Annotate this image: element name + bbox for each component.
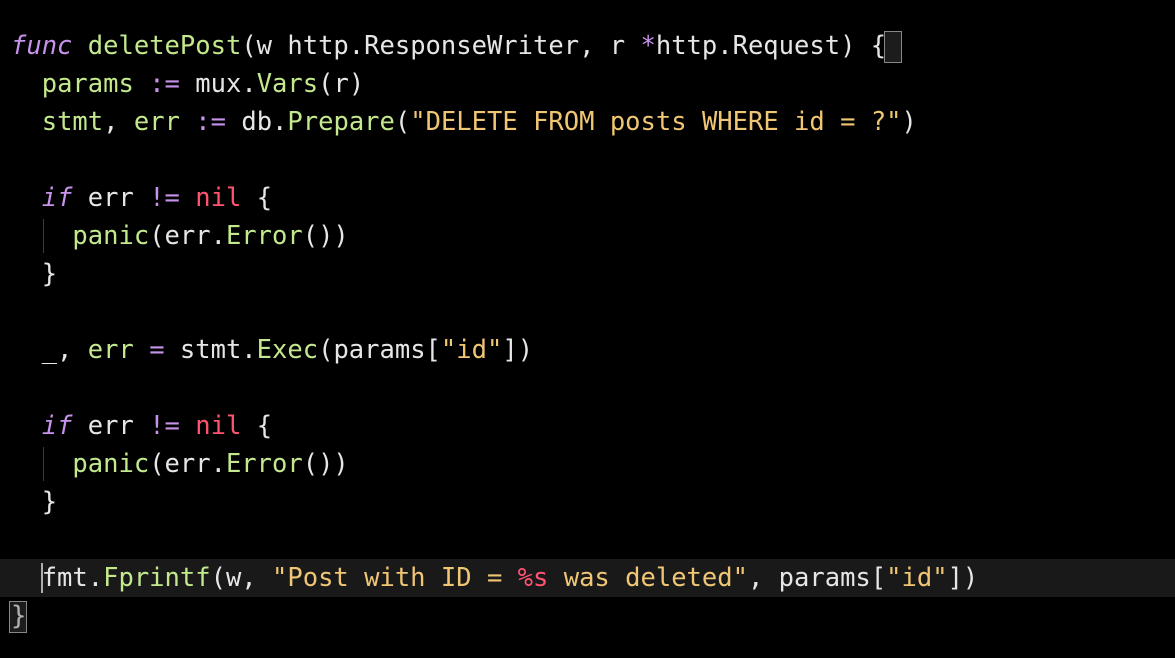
- code-token: :=: [195, 107, 226, 137]
- code-token: nil: [195, 183, 242, 213]
- code-token: stmt.: [164, 335, 257, 365]
- code-line[interactable]: }: [0, 255, 1175, 293]
- code-token: db.: [226, 107, 288, 137]
- text-cursor: [40, 563, 43, 593]
- code-token: _,: [11, 335, 88, 365]
- code-line-text: _, err = stmt.Exec(params["id"]): [11, 331, 533, 369]
- code-token: }: [11, 487, 58, 517]
- bracket-match-highlight: [9, 601, 28, 633]
- code-token: params: [41, 69, 134, 99]
- code-token: Vars: [256, 69, 319, 99]
- code-token: ]): [502, 335, 534, 365]
- code-token: =: [149, 335, 165, 365]
- code-token: http.Request): [655, 31, 871, 61]
- code-line[interactable]: [0, 141, 1175, 179]
- code-token: (w http.ResponseWriter, r: [241, 31, 641, 61]
- code-token: fmt.: [11, 563, 104, 593]
- code-line-text: }: [11, 483, 57, 521]
- code-token: mux.: [179, 69, 257, 99]
- code-line-text: panic(err.Error()): [11, 445, 349, 483]
- code-token: {: [241, 183, 273, 213]
- code-line-text: panic(err.Error()): [11, 217, 349, 255]
- code-token: "Post with ID =: [272, 563, 518, 593]
- code-token: !=: [149, 411, 180, 441]
- code-token: Fprintf: [103, 563, 211, 593]
- code-token: {: [241, 411, 273, 441]
- code-token: (params[: [318, 335, 441, 365]
- code-token: "id": [886, 563, 948, 593]
- code-line[interactable]: params := mux.Vars(r): [0, 65, 1175, 103]
- code-token: Error: [225, 221, 303, 251]
- code-token: err: [87, 335, 134, 365]
- code-line-current[interactable]: fmt.Fprintf(w, "Post with ID = %s was de…: [0, 559, 1175, 597]
- code-token: *: [640, 31, 656, 61]
- code-token: (err.: [149, 449, 226, 479]
- code-line-text: func deletePost(w http.ResponseWriter, r…: [11, 27, 886, 65]
- code-token: err: [133, 107, 180, 137]
- code-token: ()): [302, 449, 349, 479]
- code-token: (err.: [149, 221, 226, 251]
- code-line-text: stmt, err := db.Prepare("DELETE FROM pos…: [11, 103, 917, 141]
- indent-guide: [42, 447, 44, 481]
- code-token: deletePost: [87, 31, 242, 61]
- code-token: %s: [517, 563, 549, 593]
- code-token: ()): [302, 221, 349, 251]
- code-token: :=: [149, 69, 180, 99]
- code-line-text: if err != nil {: [11, 179, 272, 217]
- indent-guide: [42, 219, 44, 253]
- code-line[interactable]: [0, 521, 1175, 559]
- code-line[interactable]: func deletePost(w http.ResponseWriter, r…: [0, 27, 1175, 65]
- code-line[interactable]: [0, 369, 1175, 407]
- code-line[interactable]: }: [0, 597, 1175, 635]
- code-token: panic: [72, 221, 150, 251]
- code-token: "DELETE FROM posts WHERE id = ?": [410, 107, 902, 137]
- code-token: err: [72, 411, 150, 441]
- code-line-text: params := mux.Vars(r): [11, 65, 364, 103]
- code-token: panic: [72, 449, 150, 479]
- code-line-text: fmt.Fprintf(w, "Post with ID = %s was de…: [11, 559, 979, 597]
- code-token: Exec: [256, 335, 319, 365]
- code-token: ]): [947, 563, 979, 593]
- code-token: if: [41, 183, 73, 213]
- code-line[interactable]: }: [0, 483, 1175, 521]
- code-token: !=: [149, 183, 180, 213]
- code-line[interactable]: if err != nil {: [0, 407, 1175, 445]
- code-line[interactable]: if err != nil {: [0, 179, 1175, 217]
- code-line[interactable]: panic(err.Error()): [0, 445, 1175, 483]
- code-token: Prepare: [287, 107, 395, 137]
- code-line-text: }: [11, 255, 57, 293]
- code-token: func: [11, 31, 73, 61]
- bracket-match-highlight: [883, 31, 903, 63]
- code-line[interactable]: stmt, err := db.Prepare("DELETE FROM pos…: [0, 103, 1175, 141]
- code-line[interactable]: panic(err.Error()): [0, 217, 1175, 255]
- code-token: if: [41, 411, 73, 441]
- code-token: "id": [440, 335, 503, 365]
- code-line[interactable]: _, err = stmt.Exec(params["id"]): [0, 331, 1175, 369]
- code-token: stmt: [41, 107, 104, 137]
- code-token: err: [72, 183, 150, 213]
- code-editor[interactable]: func deletePost(w http.ResponseWriter, r…: [0, 0, 1175, 658]
- code-token: was deleted": [548, 563, 748, 593]
- code-token: (: [394, 107, 411, 137]
- code-line-text: if err != nil {: [11, 407, 272, 445]
- code-token: ): [901, 107, 917, 137]
- code-token: }: [11, 259, 58, 289]
- code-line[interactable]: [0, 293, 1175, 331]
- code-token: (w,: [210, 563, 273, 593]
- code-token: nil: [195, 411, 242, 441]
- code-token: Error: [225, 449, 303, 479]
- code-token: ,: [103, 107, 134, 137]
- code-token: (r): [318, 69, 365, 99]
- code-token: , params[: [747, 563, 887, 593]
